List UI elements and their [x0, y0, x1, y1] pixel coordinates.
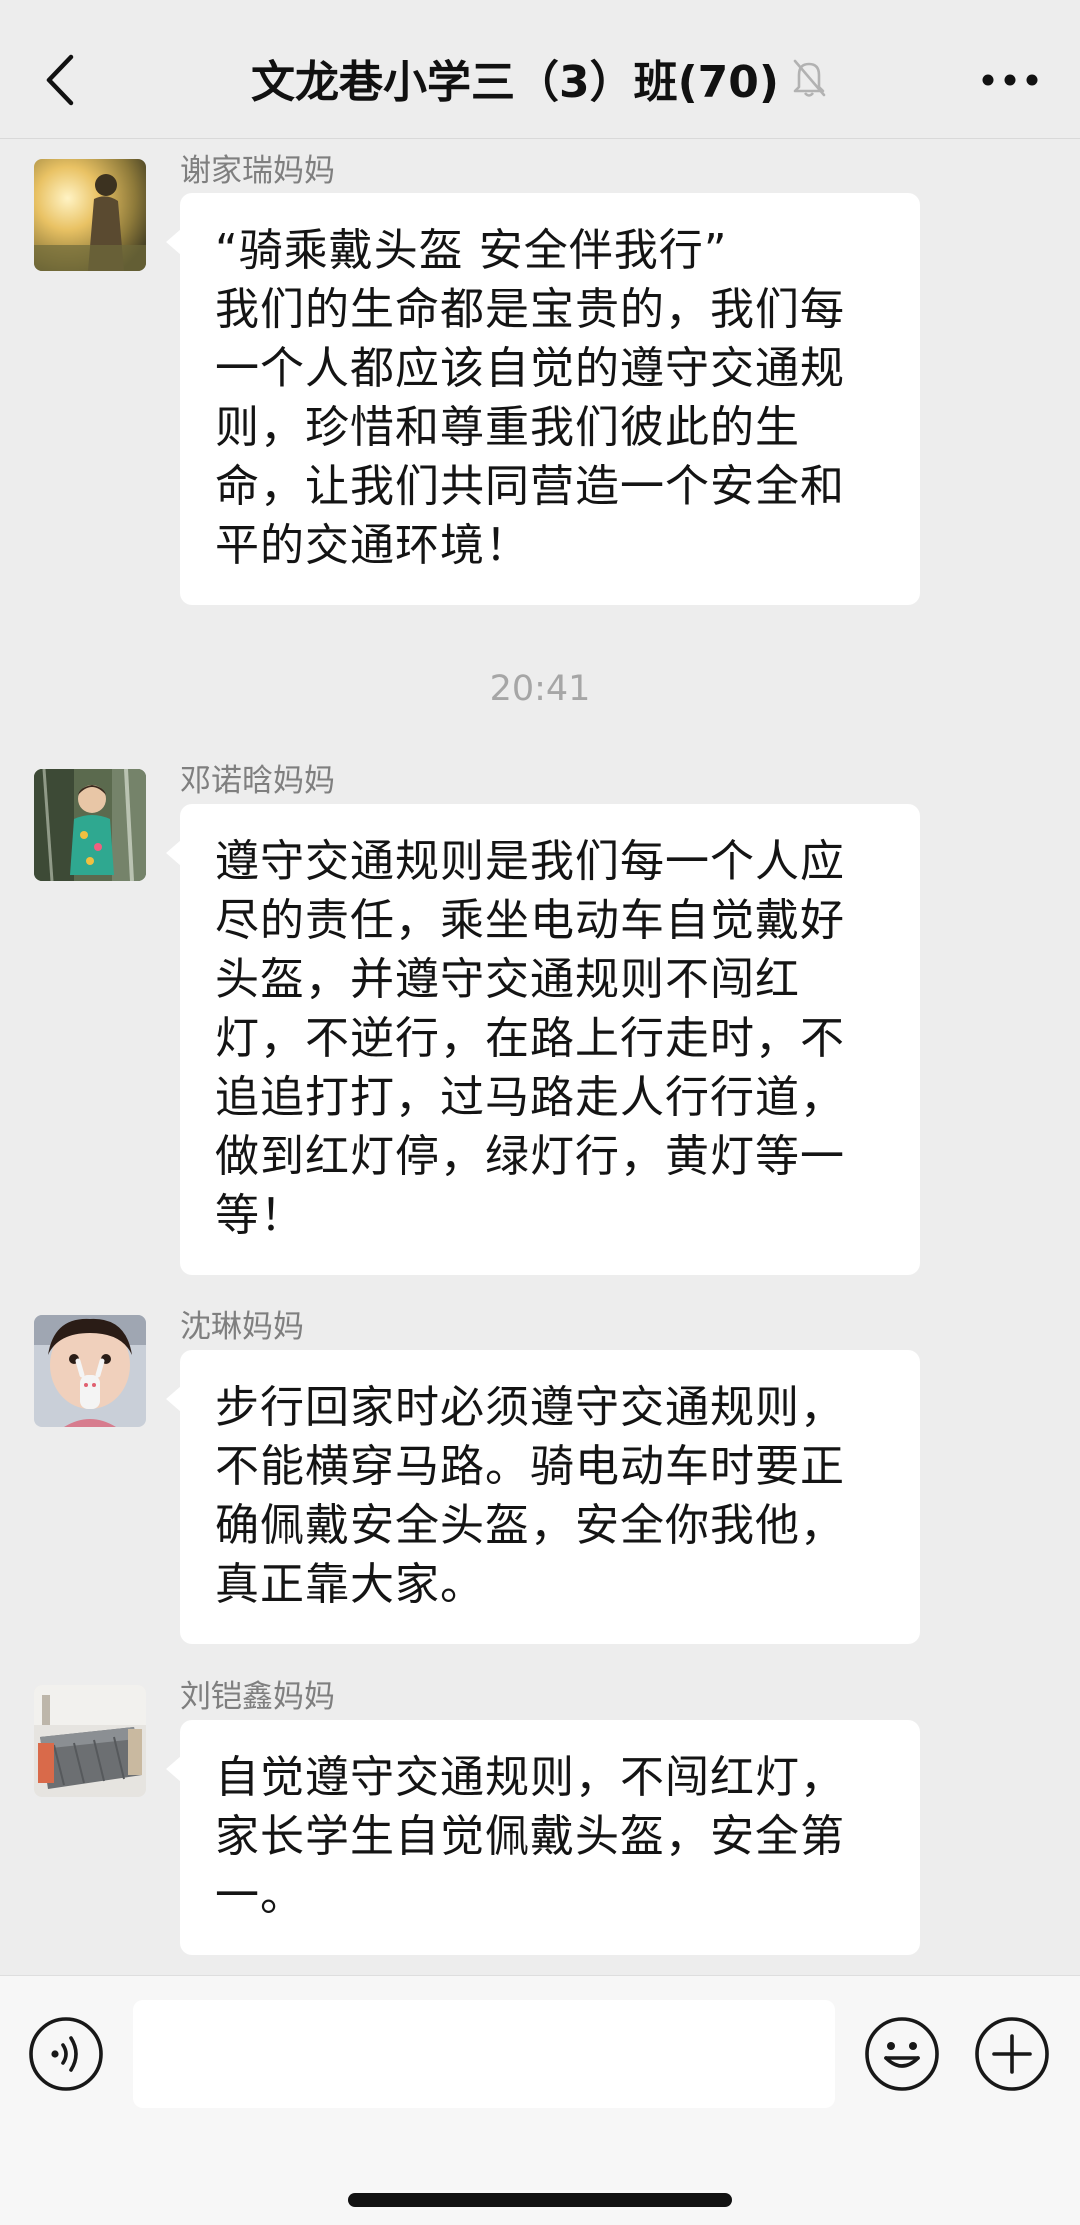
message-line: 我们的生命都是宝贵的，我们每	[215, 284, 845, 335]
sender-name: 邓诺晗妈妈	[180, 763, 335, 799]
voice-input-button[interactable]	[26, 2014, 106, 2094]
message-bubble[interactable]: 遵守交通规则是我们每一个人应 尽的责任，乘坐电动车自觉戴好 头盔，并遵守交通规则…	[166, 804, 920, 1275]
message-line: 头盔，并遵守交通规则不闯红	[215, 954, 800, 1005]
emoji-button[interactable]	[862, 2014, 942, 2094]
message-line: 真正靠大家。	[215, 1559, 485, 1610]
message-line: 做到红灯停，绿灯行，黄灯等一	[215, 1131, 845, 1182]
avatar[interactable]	[34, 1315, 146, 1427]
voice-icon	[29, 2017, 103, 2091]
message-bubble[interactable]: 自觉遵守交通规则，不闯红灯， 家长学生自觉佩戴头盔，安全第 一。	[166, 1720, 920, 1955]
more-button[interactable]	[970, 40, 1050, 120]
avatar[interactable]	[34, 159, 146, 271]
message-input[interactable]	[133, 2000, 835, 2108]
message-line: 自觉遵守交通规则，不闯红灯，	[215, 1752, 845, 1803]
message-line: 家长学生自觉佩戴头盔，安全第	[215, 1811, 845, 1862]
message-line: 不能横穿马路。骑电动车时要正	[215, 1441, 845, 1492]
chat-title: 文龙巷小学三（3）班(70)	[250, 57, 780, 108]
plus-circle-icon	[975, 2017, 1049, 2091]
home-indicator[interactable]	[348, 2193, 732, 2207]
input-bar	[0, 1975, 1080, 2225]
message-line: “骑乘戴头盔 安全伴我行”	[215, 225, 728, 276]
bell-slash-icon	[789, 57, 829, 99]
chevron-left-icon	[46, 54, 74, 106]
sender-name: 沈琳妈妈	[180, 1309, 304, 1345]
chat-message-list[interactable]: 谢家瑞妈妈 “骑乘戴头盔 安全伴我行” 我们的生命都是宝贵的，我们每 一个人都应…	[0, 139, 1080, 1975]
message-line: 遵守交通规则是我们每一个人应	[215, 836, 845, 887]
message-line: 尽的责任，乘坐电动车自觉戴好	[215, 895, 845, 946]
message-line: 一。	[215, 1870, 305, 1921]
message-line: 命，让我们共同营造一个安全和	[215, 461, 845, 512]
message-bubble[interactable]: “骑乘戴头盔 安全伴我行” 我们的生命都是宝贵的，我们每 一个人都应该自觉的遵守…	[166, 193, 920, 605]
message-line: 则，珍惜和尊重我们彼此的生	[215, 402, 800, 453]
message-line: 灯，不逆行，在路上行走时，不	[215, 1013, 845, 1064]
message-line: 步行回家时必须遵守交通规则，	[215, 1382, 845, 1433]
message-line: 确佩戴安全头盔，安全你我他，	[215, 1500, 845, 1551]
back-button[interactable]	[30, 40, 90, 120]
message-line: 等！	[215, 1190, 305, 1241]
more-functions-button[interactable]	[972, 2014, 1052, 2094]
avatar[interactable]	[34, 1685, 146, 1797]
message-line: 平的交通环境！	[215, 520, 530, 571]
sender-name: 谢家瑞妈妈	[180, 153, 335, 189]
sender-name: 刘铠鑫妈妈	[180, 1679, 335, 1715]
message-line: 追追打打，过马路走人行行道，	[215, 1072, 845, 1123]
avatar[interactable]	[34, 769, 146, 881]
message-bubble[interactable]: 步行回家时必须遵守交通规则， 不能横穿马路。骑电动车时要正 确佩戴安全头盔，安全…	[166, 1350, 920, 1644]
message-line: 一个人都应该自觉的遵守交通规	[215, 343, 845, 394]
chat-header: 文龙巷小学三（3）班(70)	[0, 0, 1080, 139]
ellipsis-icon	[982, 74, 1038, 86]
chat-title-container: 文龙巷小学三（3）班(70)	[150, 38, 930, 118]
emoji-smile-icon	[865, 2017, 939, 2091]
message-timestamp: 20:41	[489, 669, 591, 709]
